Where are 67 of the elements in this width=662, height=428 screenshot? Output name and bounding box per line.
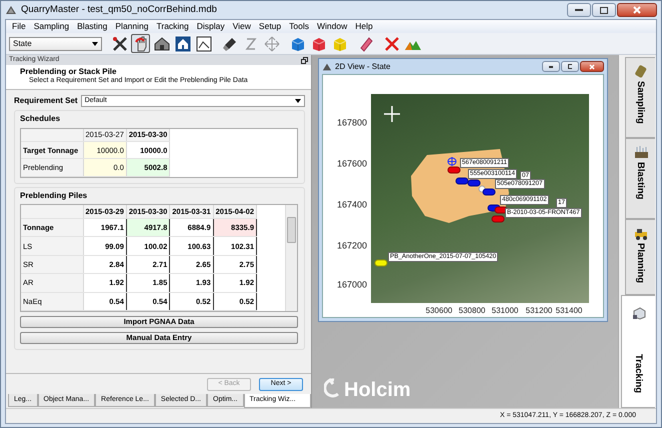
axis-label: 167400 <box>336 200 367 210</box>
caret-icon <box>295 98 301 103</box>
close-button[interactable] <box>617 3 657 17</box>
map-marker[interactable] <box>456 178 468 184</box>
axis-label: 531000 <box>492 306 518 316</box>
minimize-button[interactable] <box>567 3 591 17</box>
view-combo[interactable]: State <box>9 36 102 50</box>
minimize-icon <box>575 8 583 12</box>
close-icon <box>633 6 641 14</box>
window-title: QuarryMaster - test_qm50_noCorrBehind.mdb <box>21 4 217 16</box>
logo-text: Holcim <box>344 380 411 400</box>
close-icon <box>589 64 595 70</box>
scrollbar[interactable] <box>285 205 297 312</box>
picture-tool-button[interactable] <box>194 34 213 53</box>
axis-label: 530600 <box>426 306 452 316</box>
delete-tool-button[interactable] <box>382 34 401 53</box>
window-title: 2D View - State <box>335 62 390 72</box>
caret-icon <box>92 42 98 46</box>
maximize-icon <box>600 6 608 14</box>
map-marker[interactable] <box>492 216 504 222</box>
axis-label: 167600 <box>336 158 367 170</box>
house-tool-button[interactable] <box>173 34 192 53</box>
menu-item[interactable]: Planning <box>111 21 152 32</box>
side-tab[interactable]: Blasting <box>625 138 655 219</box>
axis-label: 531200 <box>526 306 552 316</box>
tools-tool-button[interactable] <box>110 34 129 53</box>
group-title: Preblending Piles <box>20 190 88 200</box>
map-marker[interactable] <box>374 260 388 266</box>
minimize-icon <box>549 66 553 68</box>
menu-item[interactable]: File <box>8 21 30 32</box>
menu-item[interactable]: Tracking <box>152 21 193 32</box>
side-tab[interactable]: Sampling <box>625 57 655 138</box>
hand-tool-button[interactable] <box>131 34 150 53</box>
axis-label: 167800 <box>336 118 367 128</box>
maximize-icon <box>568 64 572 69</box>
menu-item[interactable]: Window <box>312 21 352 32</box>
minimize-button[interactable] <box>542 61 560 72</box>
close-button[interactable] <box>580 61 604 72</box>
group-title: Schedules <box>20 114 62 124</box>
step-title: Preblending or Stack Pile <box>20 67 118 76</box>
side-tab[interactable]: Tracking <box>621 295 655 408</box>
maximize-button[interactable] <box>561 61 579 72</box>
axis-label: 530800 <box>458 306 486 316</box>
menu-item[interactable]: Help <box>351 21 377 32</box>
blasting-tab-icon <box>634 145 648 159</box>
map-marker[interactable] <box>482 188 496 196</box>
field-label: Requirement Set <box>14 96 78 106</box>
menu-item[interactable]: Setup <box>254 21 286 32</box>
sampling-tab-icon <box>634 64 648 78</box>
target-icon <box>447 157 457 166</box>
tracking-tab-icon <box>632 306 646 320</box>
axis-label: 531400 <box>556 306 582 316</box>
app-icon <box>5 4 17 16</box>
menu-item[interactable]: Tools <box>285 21 313 32</box>
axis-label: 167200 <box>336 240 367 252</box>
map-marker[interactable] <box>468 180 480 186</box>
axis-label: 167000 <box>336 280 367 290</box>
menu-item[interactable]: Blasting <box>73 21 112 32</box>
float-panel-icon[interactable] <box>301 56 308 64</box>
menu-item[interactable]: Display <box>192 21 229 32</box>
menu-item[interactable]: Sampling <box>30 21 74 32</box>
maximize-button[interactable] <box>592 3 616 17</box>
app-icon <box>322 62 332 72</box>
menu-item[interactable]: View <box>228 21 255 32</box>
side-tab[interactable]: Planning <box>625 219 655 295</box>
planning-tab-icon <box>634 226 648 240</box>
map-marker[interactable] <box>448 166 460 174</box>
